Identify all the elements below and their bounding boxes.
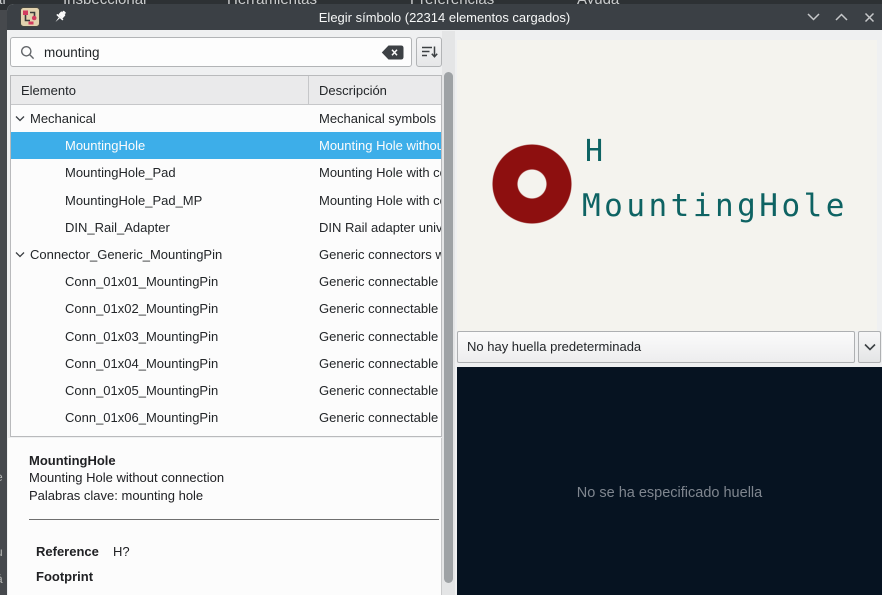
symbol-details-panel: MountingHole Mounting Hole without conne… xyxy=(8,438,442,595)
symbol-description-cell: Generic connectable mounting pin connect… xyxy=(309,410,441,425)
symbol-description-cell: Generic connectable mounting pin connect… xyxy=(309,356,441,371)
symbol-value-text: MountingHole xyxy=(582,188,848,224)
tree-row-din_rail_adapter[interactable]: DIN_Rail_Adapter DIN Rail adapter univers… xyxy=(11,214,441,241)
symbol-description-cell: Generic connectors with mounting pins xyxy=(309,247,441,262)
clear-search-icon[interactable] xyxy=(381,45,404,60)
symbol-name-label: Mechanical xyxy=(30,111,96,126)
chevron-down-icon xyxy=(807,13,820,21)
background-text-fragment: á xyxy=(0,572,3,586)
tree-row-conn_01x03_mountingpin[interactable]: Conn_01x03_MountingPin Generic connectabl… xyxy=(11,323,441,350)
tree-header[interactable]: Elemento Descripción xyxy=(11,76,441,105)
symbol-description-cell: Mounting Hole with connection and mounti… xyxy=(309,193,441,208)
scrollbar-thumb[interactable] xyxy=(444,72,453,583)
symbol-name-label: Conn_01x05_MountingPin xyxy=(65,383,218,398)
search-box xyxy=(10,37,412,67)
footprint-dropdown[interactable]: No hay huella predeterminada xyxy=(457,331,855,363)
symbol-description-cell: Generic connectable mounting pin connect… xyxy=(309,301,441,316)
tree-row-mountinghole[interactable]: MountingHole Mounting Hole without connec… xyxy=(11,132,441,159)
dialog-title: Elegir símbolo (22314 elementos cargados… xyxy=(7,4,882,30)
symbol-name-label: MountingHole xyxy=(65,138,145,153)
mounting-hole-symbol-graphic xyxy=(492,144,572,224)
field-value-reference: H? xyxy=(113,544,130,559)
minimize-button[interactable] xyxy=(806,10,820,24)
close-button[interactable] xyxy=(862,10,876,24)
symbol-name-cell: Conn_01x02_MountingPin xyxy=(11,301,309,316)
symbol-description-cell: Mounting Hole without connection xyxy=(309,138,441,153)
symbol-name-cell: MountingHole_Pad xyxy=(11,165,309,180)
symbol-name-label: Connector_Generic_MountingPin xyxy=(30,247,222,262)
sort-descending-icon xyxy=(421,44,438,60)
dialog-titlebar[interactable]: Elegir símbolo (22314 elementos cargados… xyxy=(7,4,882,30)
symbol-description-cell: Mounting Hole with connection xyxy=(309,165,441,180)
symbol-description-cell: Generic connectable mounting pin connect… xyxy=(309,329,441,344)
footprint-dropdown-arrow-button[interactable] xyxy=(858,331,881,363)
field-label-reference: Reference xyxy=(36,544,99,559)
symbol-description-cell: Generic connectable mounting pin connect… xyxy=(309,383,441,398)
symbol-name-cell: Mechanical xyxy=(11,111,309,126)
expander-chevron-icon[interactable] xyxy=(15,115,25,122)
symbol-name-cell: Conn_01x05_MountingPin xyxy=(11,383,309,398)
tree-row-connector_generic_mountingpin[interactable]: Connector_Generic_MountingPin Generic con… xyxy=(11,241,441,268)
tree-row-conn_01x04_mountingpin[interactable]: Conn_01x04_MountingPin Generic connectabl… xyxy=(11,350,441,377)
maximize-button[interactable] xyxy=(834,10,848,24)
symbol-name-label: Conn_01x03_MountingPin xyxy=(65,329,218,344)
symbol-name-cell: DIN_Rail_Adapter xyxy=(11,220,309,235)
symbol-name-cell: Conn_01x01_MountingPin xyxy=(11,274,309,289)
symbol-name-label: Conn_01x06_MountingPin xyxy=(65,410,218,425)
details-divider xyxy=(29,519,439,520)
symbol-description-cell: Mechanical symbols xyxy=(309,111,441,126)
tree-row-conn_01x02_mountingpin[interactable]: Conn_01x02_MountingPin Generic connectabl… xyxy=(11,295,441,322)
footprint-preview-message: No se ha especificado huella xyxy=(457,485,882,501)
tree-row-conn_01x05_mountingpin[interactable]: Conn_01x05_MountingPin Generic connectabl… xyxy=(11,377,441,404)
screen: arInspeccionarHerramientasPreferenciasAy… xyxy=(0,0,882,595)
tree-row-mountinghole_pad[interactable]: MountingHole_Pad Mounting Hole with conne… xyxy=(11,159,441,186)
tree-row-mountinghole_pad_mp[interactable]: MountingHole_Pad_MP Mounting Hole with co… xyxy=(11,187,441,214)
tree-row-conn_01x01_mountingpin[interactable]: Conn_01x01_MountingPin Generic connectabl… xyxy=(11,268,441,295)
footprint-preview-canvas[interactable]: No se ha especificado huella xyxy=(457,367,882,595)
symbol-name-label: MountingHole_Pad_MP xyxy=(65,193,202,208)
tree-row-conn_01x06_mountingpin[interactable]: Conn_01x06_MountingPin Generic connectabl… xyxy=(11,404,441,431)
symbol-name-cell: Connector_Generic_MountingPin xyxy=(11,247,309,262)
expander-chevron-icon[interactable] xyxy=(15,251,25,258)
symbol-tree-body: Mechanical Mechanical symbols MountingHole… xyxy=(11,105,441,431)
symbol-name-cell: MountingHole xyxy=(11,138,309,153)
detail-symbol-description: Mounting Hole without connection xyxy=(29,470,224,485)
column-header-descripcion[interactable]: Descripción xyxy=(309,76,441,104)
symbol-description-cell: DIN Rail adapter universal mounting xyxy=(309,220,441,235)
background-text-fragment: u xyxy=(0,545,3,559)
search-icon xyxy=(20,45,35,60)
tree-row-mechanical[interactable]: Mechanical Mechanical symbols xyxy=(11,105,441,132)
close-icon xyxy=(864,12,875,23)
chevron-down-icon xyxy=(864,343,876,351)
background-text-fragment: e xyxy=(0,470,3,484)
symbol-tree: Elemento Descripción MechanicalMechanica… xyxy=(10,75,442,437)
symbol-name-label: Conn_01x02_MountingPin xyxy=(65,301,218,316)
symbol-reference-text: H xyxy=(585,134,603,169)
search-input[interactable] xyxy=(35,45,381,60)
symbol-name-cell: Conn_01x06_MountingPin xyxy=(11,410,309,425)
symbol-name-label: Conn_01x04_MountingPin xyxy=(65,356,218,371)
chevron-up-icon xyxy=(835,13,848,21)
column-header-elemento[interactable]: Elemento xyxy=(11,76,309,104)
symbol-name-cell: MountingHole_Pad_MP xyxy=(11,193,309,208)
symbol-name-label: DIN_Rail_Adapter xyxy=(65,220,170,235)
background-left-edge: e uá xyxy=(0,10,7,595)
symbol-name-cell: Conn_01x04_MountingPin xyxy=(11,356,309,371)
symbol-name-label: MountingHole_Pad xyxy=(65,165,176,180)
field-label-footprint: Footprint xyxy=(36,569,93,584)
symbol-name-cell: Conn_01x03_MountingPin xyxy=(11,329,309,344)
detail-symbol-keywords: Palabras clave: mounting hole xyxy=(29,488,203,503)
detail-symbol-name: MountingHole xyxy=(29,453,116,468)
symbol-name-label: Conn_01x01_MountingPin xyxy=(65,274,218,289)
symbol-description-cell: Generic connectable mounting pin connect… xyxy=(309,274,441,289)
sort-options-button[interactable] xyxy=(416,37,442,67)
